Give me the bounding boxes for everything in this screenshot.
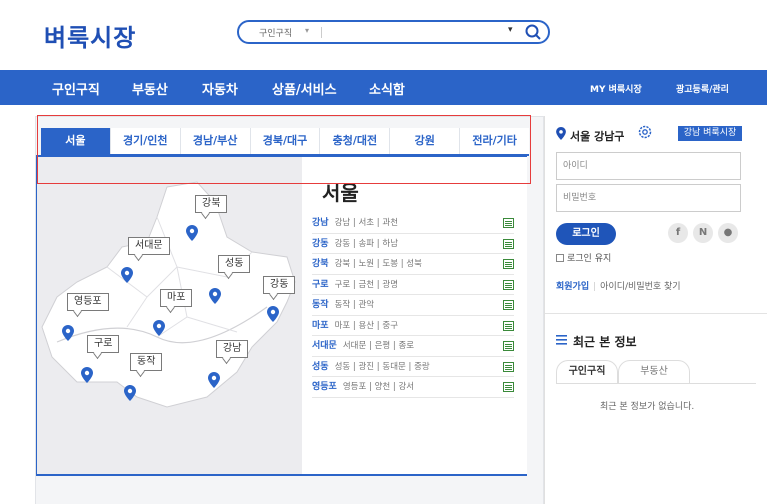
recent-title: 최근 본 정보 xyxy=(573,335,637,349)
list-doc-icon[interactable] xyxy=(503,382,514,392)
tab-gangwon[interactable]: 강원 xyxy=(390,128,461,154)
nav-ad-manage[interactable]: 광고등록/관리 xyxy=(676,82,729,95)
list-item[interactable]: 강동 강동 | 송파 | 하남 xyxy=(312,234,514,254)
logo[interactable]: 벼룩시장 xyxy=(44,18,136,53)
recent-tab-jobs[interactable]: 구인구직 xyxy=(556,360,618,384)
seoul-map: 강북 서대문 성동 강동 영등포 마포 구로 동작 강남 xyxy=(37,157,302,474)
checkbox-icon[interactable] xyxy=(556,254,564,262)
list-doc-icon[interactable] xyxy=(503,341,514,351)
map-label-seongdong[interactable]: 성동 xyxy=(218,255,251,273)
map-pin-icon[interactable] xyxy=(186,225,198,241)
location-label: 서울 강남구 xyxy=(570,130,625,143)
list-item[interactable]: 동작 동작 | 관악 xyxy=(312,295,514,316)
map-label-gangnam[interactable]: 강남 xyxy=(216,340,249,358)
nav-item-goods[interactable]: 상품/서비스 xyxy=(272,79,337,98)
region-tabs: 서울 경기/인천 경남/부산 경북/대구 충청/대전 강원 전라/기타 xyxy=(41,128,530,156)
list-item[interactable]: 구로 구로 | 금천 | 광명 xyxy=(312,275,514,295)
list-doc-icon[interactable] xyxy=(503,320,514,331)
district-list: 강남 강남 | 서초 | 과천 강동 강동 | 송파 | 하남 강북 강북 | 노원 … xyxy=(312,213,514,398)
map-pin-icon[interactable] xyxy=(153,320,165,336)
nav-item-cars[interactable]: 자동차 xyxy=(202,79,238,98)
join-link[interactable]: 회원가입 xyxy=(556,282,589,292)
map-label-gangbuk[interactable]: 강북 xyxy=(195,195,228,213)
list-doc-icon[interactable] xyxy=(503,238,514,249)
tab-seoul[interactable]: 서울 xyxy=(41,128,111,154)
local-market-button[interactable]: 강남 벼룩시장 xyxy=(678,126,742,141)
sidebar: 서울 강남구 강남 벼룩시장 아이디 비밀번호 로그인 f N ● 로그인 유지… xyxy=(544,116,767,504)
gear-icon[interactable] xyxy=(638,125,652,139)
list-item[interactable]: 서대문 서대문 | 은평 | 종로 xyxy=(312,336,514,357)
login-button[interactable]: 로그인 xyxy=(556,223,616,245)
list-doc-icon[interactable] xyxy=(503,361,514,372)
account-links: 회원가입 | 아이디/비밀번호 찾기 xyxy=(556,282,681,292)
map-pin-icon[interactable] xyxy=(121,267,133,283)
list-item[interactable]: 강북 강북 | 노원 | 도봉 | 성북 xyxy=(312,254,514,275)
nav-item-news[interactable]: 소식함 xyxy=(369,79,405,98)
search-bar: 구인구직 ▾ ▾ xyxy=(237,20,550,44)
map-label-gangdong[interactable]: 강동 xyxy=(263,276,296,294)
kakao-icon[interactable]: ● xyxy=(718,223,738,243)
map-label-mapo[interactable]: 마포 xyxy=(160,289,193,307)
list-doc-icon[interactable] xyxy=(503,279,514,290)
map-pin-icon[interactable] xyxy=(62,325,74,341)
list-title: 서울 xyxy=(322,181,359,205)
search-icon[interactable] xyxy=(523,22,543,42)
search-input[interactable] xyxy=(329,24,509,40)
map-pin-icon[interactable] xyxy=(208,372,220,388)
keep-login-checkbox[interactable]: 로그인 유지 xyxy=(556,251,611,264)
map-pin-icon[interactable] xyxy=(267,306,279,322)
search-divider xyxy=(321,27,322,38)
naver-icon[interactable]: N xyxy=(693,223,713,243)
list-doc-icon[interactable] xyxy=(503,259,514,269)
recent-tab-realestate[interactable]: 부동산 xyxy=(618,360,690,384)
main-nav: 구인구직 부동산 자동차 상품/서비스 소식함 MY 벼룩시장 광고등록/관리 xyxy=(0,70,767,105)
list-doc-icon[interactable] xyxy=(503,218,514,228)
list-item[interactable]: 영등포 영등포 | 양천 | 강서 xyxy=(312,377,514,398)
empty-message: 최근 본 정보가 없습니다. xyxy=(600,402,695,412)
tab-underline xyxy=(556,383,756,384)
tab-chungcheong[interactable]: 충청/대전 xyxy=(320,128,391,154)
list-item[interactable]: 성동 성동 | 광진 | 동대문 | 중랑 xyxy=(312,357,514,377)
dropdown-chevron-icon[interactable]: ▾ xyxy=(508,25,513,35)
map-pin-icon[interactable] xyxy=(81,367,93,383)
category-chevron-icon[interactable]: ▾ xyxy=(305,26,309,35)
tab-gyeongbuk[interactable]: 경북/대구 xyxy=(250,128,321,154)
search-category[interactable]: 구인구직 xyxy=(259,26,292,39)
map-label-dongjak[interactable]: 동작 xyxy=(130,353,163,371)
find-account-link[interactable]: 아이디/비밀번호 찾기 xyxy=(600,282,680,292)
list-doc-icon[interactable] xyxy=(503,300,514,310)
district-list-panel: 서울 강남 강남 | 서초 | 과천 강동 강동 | 송파 | 하남 강북 강북 | … xyxy=(302,157,527,474)
nav-item-realestate[interactable]: 부동산 xyxy=(132,79,168,98)
map-pin-icon[interactable] xyxy=(209,288,221,304)
map-pin-icon[interactable] xyxy=(124,385,136,401)
tab-gyeongnam[interactable]: 경남/부산 xyxy=(180,128,251,154)
map-label-yeongdeungpo[interactable]: 영등포 xyxy=(67,293,109,311)
tab-gyeonggi[interactable]: 경기/인천 xyxy=(110,128,181,154)
map-label-guro[interactable]: 구로 xyxy=(87,335,120,353)
tab-jeolla[interactable]: 전라/기타 xyxy=(460,128,530,154)
id-field[interactable]: 아이디 xyxy=(556,152,741,180)
menu-icon xyxy=(556,335,567,345)
page: { "header": { "logo": "벼룩시장", "search": … xyxy=(0,0,767,504)
facebook-icon[interactable]: f xyxy=(668,223,688,243)
divider xyxy=(545,313,767,314)
nav-my-page[interactable]: MY 벼룩시장 xyxy=(590,82,642,95)
map-label-seodaemun[interactable]: 서대문 xyxy=(128,237,170,255)
location-pin-icon xyxy=(556,127,566,140)
list-item[interactable]: 강남 강남 | 서초 | 과천 xyxy=(312,213,514,234)
nav-item-jobs[interactable]: 구인구직 xyxy=(52,79,100,98)
password-field[interactable]: 비밀번호 xyxy=(556,184,741,212)
list-item[interactable]: 마포 마포 | 용산 | 중구 xyxy=(312,316,514,336)
